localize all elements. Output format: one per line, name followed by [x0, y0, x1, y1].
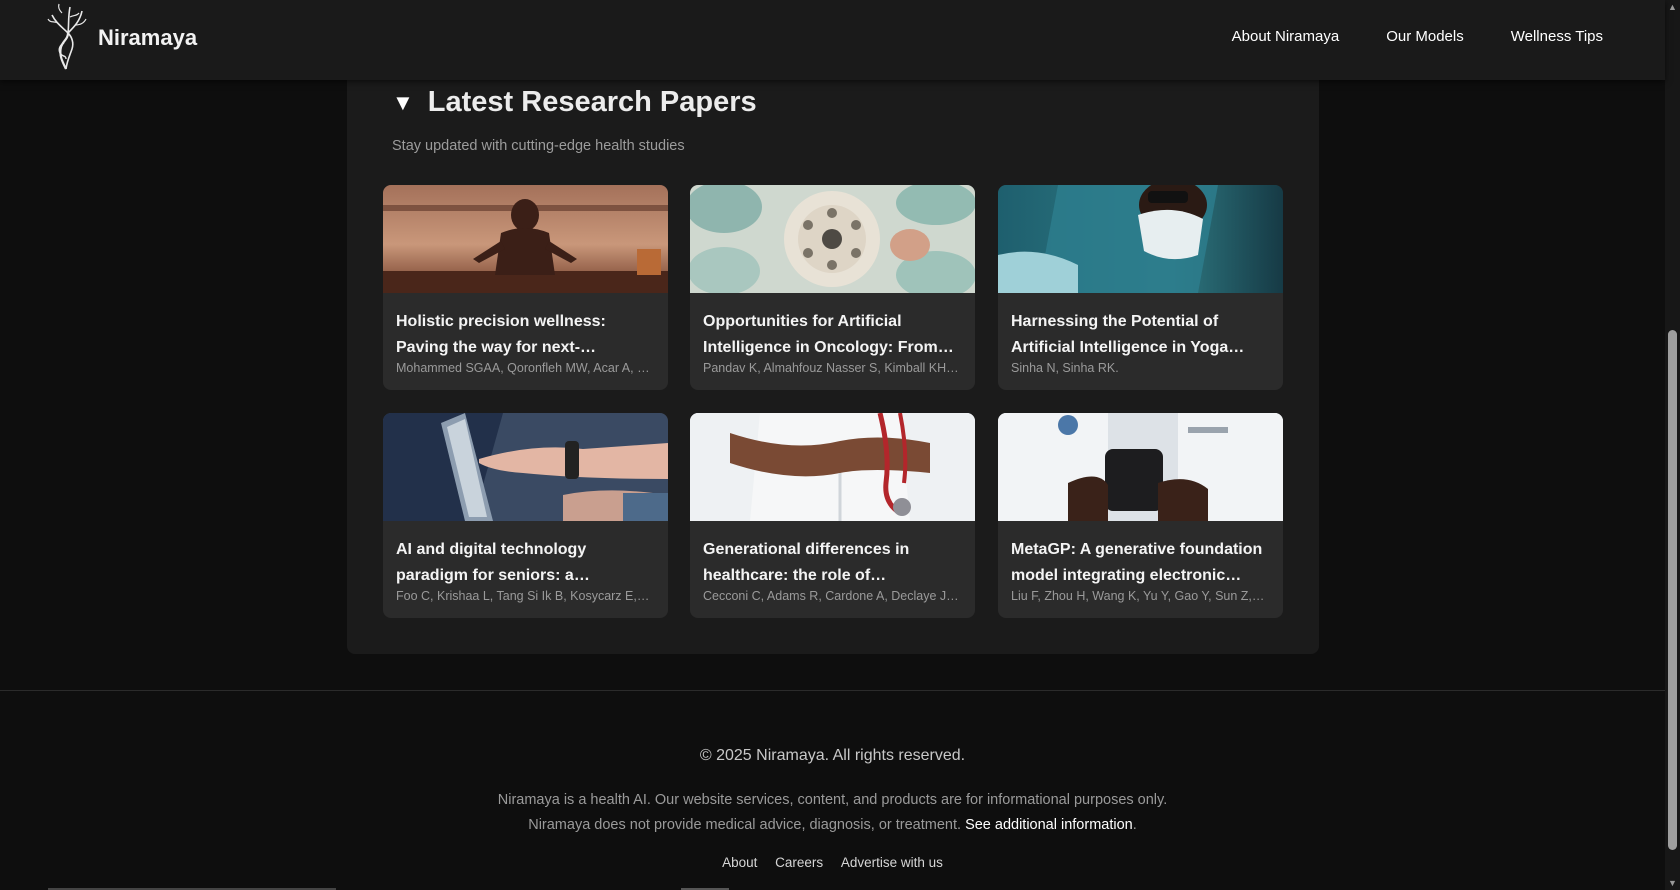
surgeons-operating-light-photo: [690, 185, 975, 293]
paper-authors: Mohammed SGAA, Qoronfleh MW, Acar A, …: [396, 361, 650, 375]
page: Niramaya About Niramaya Our Models Welln…: [0, 0, 1680, 890]
paper-authors: Liu F, Zhou H, Wang K, Yu Y, Gao Y, Sun …: [1011, 589, 1265, 603]
paper-card[interactable]: Generational differences in healthcare: …: [690, 413, 975, 618]
paper-title: AI and digital technology paradigm for s…: [396, 541, 590, 584]
nav-our-models[interactable]: Our Models: [1386, 28, 1464, 45]
footer-link-careers[interactable]: Careers: [775, 855, 823, 870]
additional-info-link[interactable]: See additional information: [965, 817, 1133, 833]
paper-authors: Sinha N, Sinha RK.: [1011, 361, 1119, 375]
vertical-scrollbar[interactable]: ▲ ▼: [1665, 0, 1680, 890]
brand[interactable]: Niramaya: [44, 2, 197, 74]
footer-link-about[interactable]: About: [722, 855, 757, 870]
disclaimer-period: .: [1132, 817, 1137, 833]
paper-title: MetaGP: A generative foundation model in…: [1011, 541, 1263, 584]
disclaimer-line-2: Niramaya does not provide medical advice…: [0, 813, 1665, 838]
disclaimer-text: Niramaya does not provide medical advice…: [528, 817, 962, 833]
site-header: Niramaya About Niramaya Our Models Welln…: [0, 0, 1665, 80]
footer-link-advertise[interactable]: Advertise with us: [841, 855, 943, 870]
scrollbar-thumb[interactable]: [1668, 330, 1677, 850]
paper-title: Holistic precision wellness: Paving the …: [396, 313, 606, 356]
footer-divider: [0, 690, 1665, 691]
doctor-smartphone-photo: [998, 413, 1283, 521]
section-subtitle: Stay updated with cutting-edge health st…: [392, 138, 685, 154]
disclaimer: Niramaya is a health AI. Our website ser…: [0, 788, 1665, 838]
nav-wellness-tips[interactable]: Wellness Tips: [1511, 28, 1603, 45]
paper-card[interactable]: Holistic precision wellness: Paving the …: [383, 185, 668, 390]
paper-title: Harnessing the Potential of Artificial I…: [1011, 313, 1245, 356]
paper-title: Generational differences in healthcare: …: [703, 541, 910, 584]
main-nav: About Niramaya Our Models Wellness Tips: [1185, 28, 1603, 45]
paper-card[interactable]: MetaGP: A generative foundation model in…: [998, 413, 1283, 618]
section-toggle[interactable]: ▼ Latest Research Papers: [392, 86, 757, 119]
disclaimer-line-1: Niramaya is a health AI. Our website ser…: [497, 792, 1168, 808]
paper-card[interactable]: AI and digital technology paradigm for s…: [383, 413, 668, 618]
paper-authors: Cecconi C, Adams R, Cardone A, Declaye J…: [703, 589, 959, 603]
paper-card[interactable]: Harnessing the Potential of Artificial I…: [998, 185, 1283, 390]
tablet-smartwatch-photo: [383, 413, 668, 521]
tree-face-logo-icon: [47, 3, 87, 70]
paper-authors: Foo C, Krishaa L, Tang Si Ik B, Kosycarz…: [396, 589, 650, 603]
brand-name: Niramaya: [98, 25, 198, 50]
doctor-stethoscope-photo: [690, 413, 975, 521]
research-section: ▼ Latest Research Papers Stay updated wi…: [347, 60, 1319, 654]
copyright-text: © 2025 Niramaya. All rights reserved.: [699, 747, 966, 764]
scroll-up-arrow-icon[interactable]: ▲: [1665, 0, 1680, 14]
paper-card[interactable]: Opportunities for Artificial Intelligenc…: [690, 185, 975, 390]
scroll-down-arrow-icon[interactable]: ▼: [1665, 876, 1680, 890]
paper-title: Opportunities for Artificial Intelligenc…: [703, 313, 954, 356]
surgeon-mask-photo: [998, 185, 1283, 293]
nav-about-niramaya[interactable]: About Niramaya: [1232, 28, 1340, 45]
paper-authors: Pandav K, Almahfouz Nasser S, Kimball KH…: [703, 361, 959, 375]
footer-links: About Careers Advertise with us: [0, 855, 1665, 870]
meditation-photo: [383, 185, 668, 293]
section-title: Latest Research Papers: [427, 86, 757, 118]
caret-down-icon: ▼: [392, 89, 414, 115]
